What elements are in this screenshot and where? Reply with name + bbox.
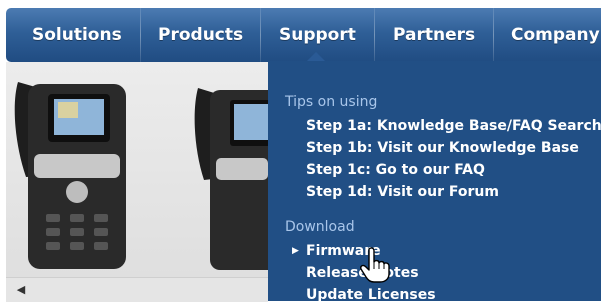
nav-separator bbox=[374, 8, 375, 62]
product-banner bbox=[6, 62, 268, 277]
nav-item-products[interactable]: Products bbox=[158, 8, 243, 62]
menu-item-forum[interactable]: Step 1d: Visit our Forum bbox=[306, 184, 499, 200]
main-navigation: Solutions Products Support Partners Comp… bbox=[6, 8, 601, 62]
nav-item-company[interactable]: Company bbox=[511, 8, 600, 62]
scroll-left-icon[interactable]: ◀ bbox=[12, 282, 30, 298]
hand-pointer-icon bbox=[360, 247, 390, 283]
download-heading: Download bbox=[285, 219, 355, 235]
triangle-right-icon: ▶ bbox=[292, 246, 299, 256]
menu-item-knowledge-base[interactable]: Step 1b: Visit our Knowledge Base bbox=[306, 140, 579, 156]
active-tab-pointer bbox=[307, 52, 325, 61]
nav-separator bbox=[140, 8, 141, 62]
nav-item-partners[interactable]: Partners bbox=[393, 8, 475, 62]
horizontal-scrollbar[interactable]: ◀ bbox=[6, 277, 268, 302]
nav-item-solutions[interactable]: Solutions bbox=[32, 8, 122, 62]
support-dropdown-menu: Tips on using Step 1a: Knowledge Base/FA… bbox=[268, 61, 601, 303]
desk-phone-image bbox=[14, 82, 126, 269]
menu-item-kb-faq-search[interactable]: Step 1a: Knowledge Base/FAQ Search bbox=[306, 118, 601, 134]
tips-heading: Tips on using bbox=[285, 94, 378, 110]
desk-phone-image bbox=[194, 88, 268, 270]
nav-separator bbox=[260, 8, 261, 62]
menu-item-faq[interactable]: Step 1c: Go to our FAQ bbox=[306, 162, 485, 178]
nav-separator bbox=[493, 8, 494, 62]
